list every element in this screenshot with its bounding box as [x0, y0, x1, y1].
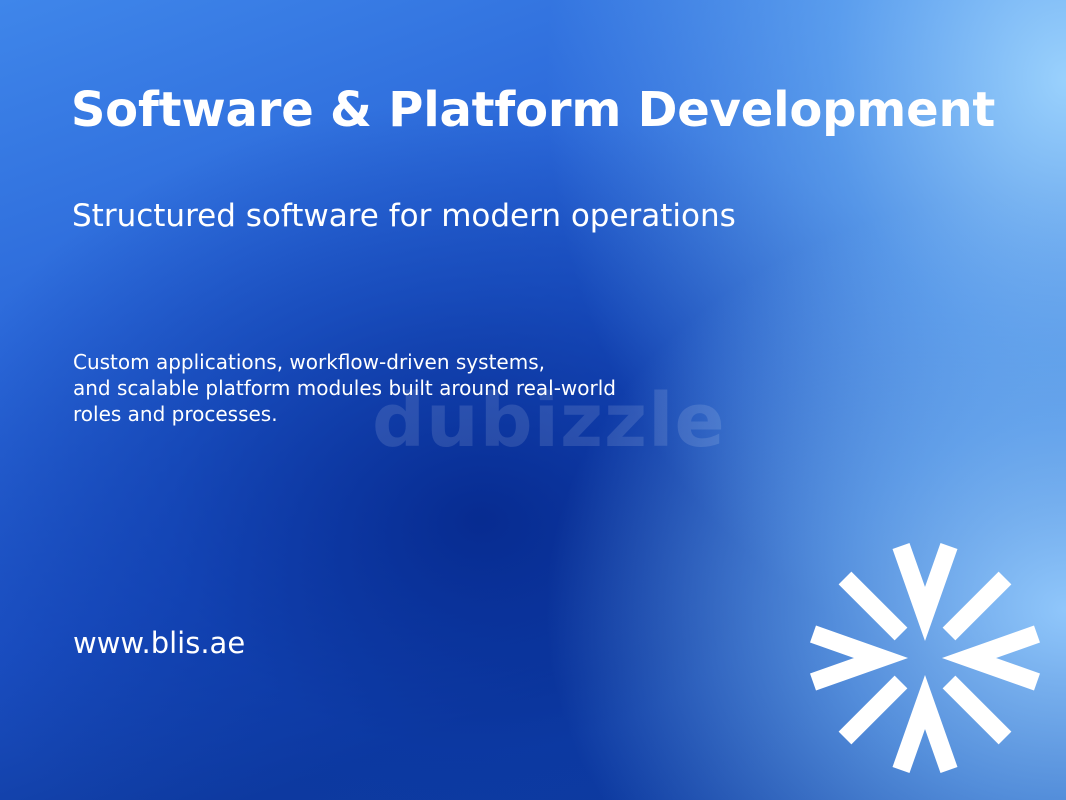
description-line: Custom applications, workflow-driven sys…	[73, 350, 545, 374]
logo-chevron-bottom	[892, 674, 958, 773]
description-line: and scalable platform modules built arou…	[73, 376, 616, 400]
description: Custom applications, workflow-driven sys…	[73, 349, 713, 427]
logo-chevron-top	[892, 543, 958, 642]
page-title: Software & Platform Development	[70, 82, 996, 138]
slide: Software & Platform Development Structur…	[0, 0, 1066, 800]
website-url: www.blis.ae	[73, 626, 246, 660]
logo-bar-bottom-left	[838, 675, 908, 745]
page-subtitle: Structured software for modern operation…	[72, 198, 736, 234]
logo-bar-top-right	[942, 571, 1012, 641]
blis-logo-icon	[810, 543, 1040, 773]
logo-bar-bottom-right	[942, 675, 1012, 745]
logo-chevron-right	[941, 625, 1040, 691]
logo-bar-top-left	[838, 571, 908, 641]
description-line: roles and processes.	[73, 402, 278, 426]
logo-chevron-left	[810, 625, 909, 691]
